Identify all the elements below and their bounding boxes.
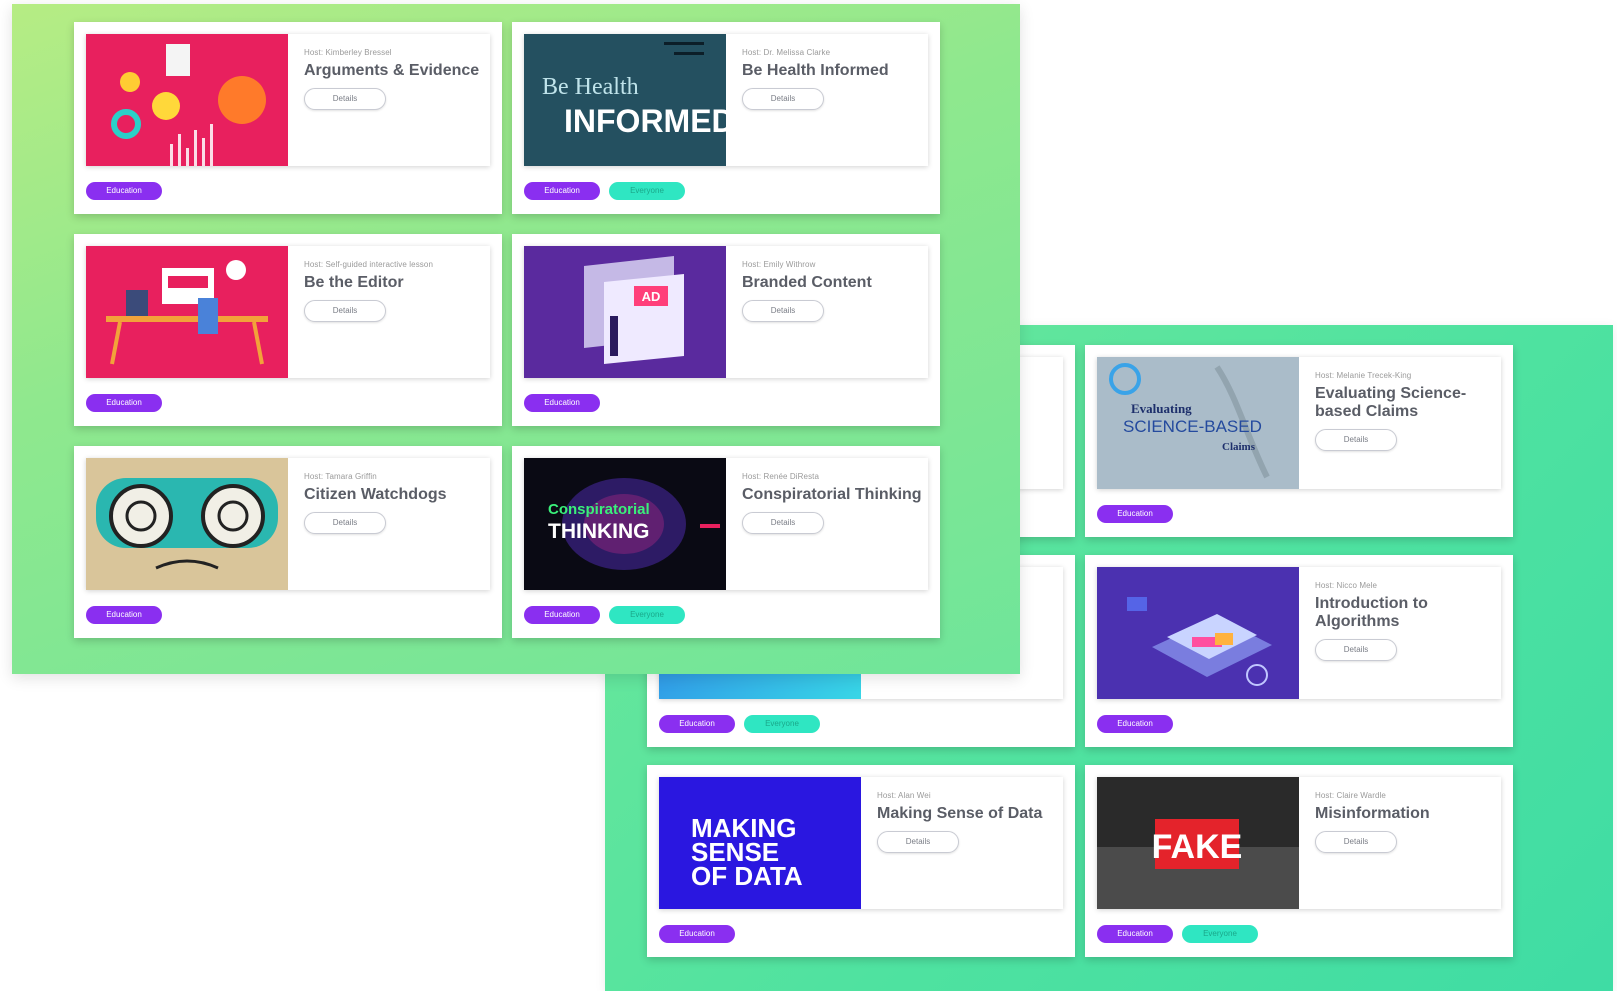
tag-everyone[interactable]: Everyone — [609, 606, 685, 624]
course-title: Making Sense of Data — [877, 805, 1043, 822]
thumb-text: OF DATA — [691, 861, 803, 891]
course-thumbnail — [1097, 567, 1299, 699]
thumb-text: FAKE — [1152, 828, 1243, 866]
details-button[interactable]: Details — [1315, 831, 1397, 853]
course-thumbnail: Evaluating SCIENCE-BASED Claims — [1097, 357, 1299, 489]
thumb-text: Claims — [1222, 441, 1256, 453]
course-card[interactable]: Host: Kimberley Bressel Arguments & Evid… — [74, 22, 502, 214]
course-host: Host: Self-guided interactive lesson — [304, 260, 433, 269]
tag-education[interactable]: Education — [1097, 505, 1173, 523]
course-host: Host: Renée DiResta — [742, 472, 820, 481]
course-card[interactable]: Be Health INFORMED Host: Dr. Melissa Cla… — [512, 22, 940, 214]
thumb-text: Conspiratorial — [548, 501, 650, 518]
course-thumbnail: MAKING SENSE OF DATA — [659, 777, 861, 909]
course-card[interactable]: MAKING SENSE OF DATA Host: Alan Wei Maki… — [647, 765, 1075, 957]
course-title: Citizen Watchdogs — [304, 486, 447, 503]
course-thumbnail: Be Health INFORMED — [524, 34, 726, 166]
course-title: Be Health Informed — [742, 62, 889, 79]
course-title: Evaluating Science-based Claims — [1315, 385, 1467, 420]
course-card[interactable]: Conspiratorial THINKING Host: Renée DiRe… — [512, 446, 940, 638]
tag-education[interactable]: Education — [86, 182, 162, 200]
course-title: Conspiratorial Thinking — [742, 486, 922, 503]
tag-education[interactable]: Education — [659, 715, 735, 733]
course-host: Host: Emily Withrow — [742, 260, 816, 269]
course-thumbnail — [86, 34, 288, 166]
course-card[interactable]: AD Host: Emily Withrow Branded Content D… — [512, 234, 940, 426]
course-thumbnail — [86, 458, 288, 590]
course-title: Be the Editor — [304, 274, 404, 291]
details-button[interactable]: Details — [1315, 639, 1397, 661]
course-host: Host: Tamara Griffin — [304, 472, 377, 481]
details-button[interactable]: Details — [742, 88, 824, 110]
course-thumbnail: FAKE — [1097, 777, 1299, 909]
tag-education[interactable]: Education — [86, 606, 162, 624]
details-button[interactable]: Details — [304, 512, 386, 534]
thumb-text: SCIENCE-BASED — [1123, 417, 1262, 436]
details-button[interactable]: Details — [304, 88, 386, 110]
course-host: Host: Claire Wardle — [1315, 791, 1386, 800]
course-card[interactable]: Host: Self-guided interactive lesson Be … — [74, 234, 502, 426]
details-button[interactable]: Details — [877, 831, 959, 853]
details-button[interactable]: Details — [1315, 429, 1397, 451]
course-card[interactable]: Host: Nicco Mele Introduction to Algorit… — [1085, 555, 1513, 747]
tag-education[interactable]: Education — [524, 182, 600, 200]
tag-education[interactable]: Education — [524, 394, 600, 412]
course-host: Host: Alan Wei — [877, 791, 931, 800]
course-thumbnail: AD — [524, 246, 726, 378]
course-thumbnail — [86, 246, 288, 378]
course-title: Introduction to Algorithms — [1315, 595, 1428, 630]
details-button[interactable]: Details — [304, 300, 386, 322]
course-title: Misinformation — [1315, 805, 1430, 822]
tag-everyone[interactable]: Everyone — [609, 182, 685, 200]
course-title: Branded Content — [742, 274, 872, 291]
tag-education[interactable]: Education — [86, 394, 162, 412]
thumb-text: Evaluating — [1131, 401, 1192, 416]
tag-everyone[interactable]: Everyone — [1182, 925, 1258, 943]
course-title: Arguments & Evidence — [304, 62, 480, 79]
course-host: Host: Kimberley Bressel — [304, 48, 392, 57]
course-host: Host: Melanie Trecek-King — [1315, 371, 1412, 380]
details-button[interactable]: Details — [742, 300, 824, 322]
course-card[interactable]: Evaluating SCIENCE-BASED Claims Host: Me… — [1085, 345, 1513, 537]
course-card[interactable]: Host: Tamara Griffin Citizen Watchdogs D… — [74, 446, 502, 638]
tag-education[interactable]: Education — [659, 925, 735, 943]
thumb-text: THINKING — [548, 520, 650, 543]
tag-everyone[interactable]: Everyone — [744, 715, 820, 733]
details-button[interactable]: Details — [742, 512, 824, 534]
tag-education[interactable]: Education — [524, 606, 600, 624]
thumb-text: Be Health — [542, 74, 639, 100]
tag-education[interactable]: Education — [1097, 925, 1173, 943]
course-host: Host: Nicco Mele — [1315, 581, 1378, 590]
thumb-text: INFORMED — [564, 103, 726, 139]
thumb-text: AD — [642, 289, 661, 304]
course-thumbnail: Conspiratorial THINKING — [524, 458, 726, 590]
course-panel-front: Host: Kimberley Bressel Arguments & Evid… — [12, 4, 1020, 674]
course-card[interactable]: FAKE Host: Claire Wardle Misinformation … — [1085, 765, 1513, 957]
tag-education[interactable]: Education — [1097, 715, 1173, 733]
course-host: Host: Dr. Melissa Clarke — [742, 48, 831, 57]
